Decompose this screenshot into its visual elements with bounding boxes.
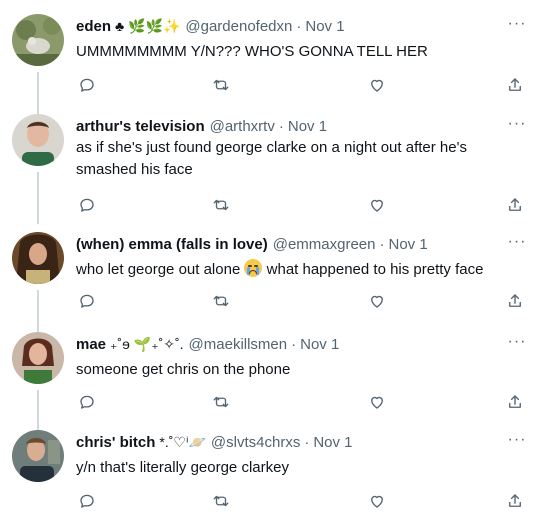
timestamp[interactable]: Nov 1 <box>313 434 352 451</box>
reply-icon[interactable] <box>76 391 98 413</box>
avatar[interactable] <box>12 430 64 482</box>
tweet-header: mae ₊˚ɘ 🌱₊˚✧˚. @maekillsmen · Nov 1 <box>76 332 500 356</box>
tweet-header: arthur's television @arthxrtv · Nov 1 <box>76 114 500 138</box>
avatar-image <box>12 114 64 166</box>
more-icon[interactable]: ··· <box>508 332 526 352</box>
username[interactable]: @emmaxgreen <box>273 236 376 253</box>
action-bar <box>76 391 524 413</box>
display-name[interactable]: (when) emma (falls in love) <box>76 236 268 253</box>
separator: · <box>304 433 310 451</box>
username[interactable]: @gardenofedxn <box>185 18 292 35</box>
action-bar <box>76 194 524 216</box>
tweet-header: (when) emma (falls in love) @emmaxgreen … <box>76 232 500 256</box>
tweet-header: eden ♣ 🌿🌿✨ @gardenofedxn · Nov 1 <box>76 14 500 38</box>
share-icon[interactable] <box>504 290 526 312</box>
name-decoration: ♣ 🌿🌿✨ <box>115 17 181 34</box>
tweet-text-part: what happened to his pretty face <box>266 261 484 278</box>
tweet-header: chris' bitch *.˚♡ⁱ🪐 @slvts4chrxs · Nov 1 <box>76 430 500 454</box>
tweet[interactable]: mae ₊˚ɘ 🌱₊˚✧˚. @maekillsmen · Nov 1 ··· … <box>0 332 540 432</box>
tweet-text: UMMMMMMMM Y/N??? WHO'S GONNA TELL HER <box>76 43 428 60</box>
retweet-icon[interactable] <box>210 290 232 312</box>
separator: · <box>291 335 297 353</box>
retweet-icon[interactable] <box>210 74 232 96</box>
reply-icon[interactable] <box>76 74 98 96</box>
share-icon[interactable] <box>504 194 526 216</box>
like-icon[interactable] <box>366 194 388 216</box>
more-icon[interactable]: ··· <box>508 114 526 134</box>
tweet-text: someone get chris on the phone <box>76 361 291 378</box>
username[interactable]: @slvts4chrxs <box>211 434 300 451</box>
reply-icon[interactable] <box>76 490 98 512</box>
avatar[interactable] <box>12 114 64 166</box>
timestamp[interactable]: Nov 1 <box>389 236 428 253</box>
avatar-image <box>12 332 64 384</box>
separator: · <box>278 117 284 135</box>
avatar[interactable] <box>12 332 64 384</box>
share-icon[interactable] <box>504 391 526 413</box>
tweet-text: y/n that's literally george clarkey <box>76 459 289 476</box>
name-decoration: ₊˚ɘ 🌱₊˚✧˚. <box>110 335 184 352</box>
avatar-image <box>12 430 64 482</box>
display-name[interactable]: mae <box>76 336 106 353</box>
reply-icon[interactable] <box>76 290 98 312</box>
avatar-image <box>12 232 64 284</box>
tweet[interactable]: arthur's television @arthxrtv · Nov 1 ··… <box>0 114 540 224</box>
thread-line <box>37 72 39 116</box>
avatar[interactable] <box>12 14 64 66</box>
retweet-icon[interactable] <box>210 194 232 216</box>
action-bar <box>76 74 524 96</box>
timestamp[interactable]: Nov 1 <box>300 336 339 353</box>
thread-line <box>37 172 39 224</box>
avatar-image <box>12 14 64 66</box>
more-icon[interactable]: ··· <box>508 14 526 34</box>
like-icon[interactable] <box>366 290 388 312</box>
tweet[interactable]: chris' bitch *.˚♡ⁱ🪐 @slvts4chrxs · Nov 1… <box>0 430 540 520</box>
more-icon[interactable]: ··· <box>508 430 526 450</box>
like-icon[interactable] <box>366 74 388 96</box>
timestamp[interactable]: Nov 1 <box>305 18 344 35</box>
tweet-text: as if she's just found george clarke on … <box>76 139 467 178</box>
share-icon[interactable] <box>504 490 526 512</box>
display-name[interactable]: chris' bitch <box>76 434 155 451</box>
thread-line <box>37 390 39 432</box>
action-bar <box>76 490 524 512</box>
tweet[interactable]: (when) emma (falls in love) @emmaxgreen … <box>0 232 540 332</box>
more-icon[interactable]: ··· <box>508 232 526 252</box>
like-icon[interactable] <box>366 490 388 512</box>
name-decoration: *.˚♡ⁱ🪐 <box>159 433 206 450</box>
avatar[interactable] <box>12 232 64 284</box>
username[interactable]: @maekillsmen <box>189 336 288 353</box>
like-icon[interactable] <box>366 391 388 413</box>
thread-line <box>37 290 39 332</box>
tweet[interactable]: eden ♣ 🌿🌿✨ @gardenofedxn · Nov 1 ··· UMM… <box>0 14 540 116</box>
reply-icon[interactable] <box>76 194 98 216</box>
tweet-text-part: who let george out alone <box>76 261 241 278</box>
retweet-icon[interactable] <box>210 490 232 512</box>
tweet-text: who let george out alone what happened t… <box>76 259 520 281</box>
separator: · <box>296 17 302 35</box>
separator: · <box>379 235 385 253</box>
username[interactable]: @arthxrtv <box>210 118 275 135</box>
timestamp[interactable]: Nov 1 <box>288 118 327 135</box>
display-name[interactable]: eden <box>76 18 111 35</box>
action-bar <box>76 290 524 312</box>
retweet-icon[interactable] <box>210 391 232 413</box>
loudly-crying-face-icon <box>244 259 263 277</box>
display-name[interactable]: arthur's television <box>76 118 205 135</box>
share-icon[interactable] <box>504 74 526 96</box>
